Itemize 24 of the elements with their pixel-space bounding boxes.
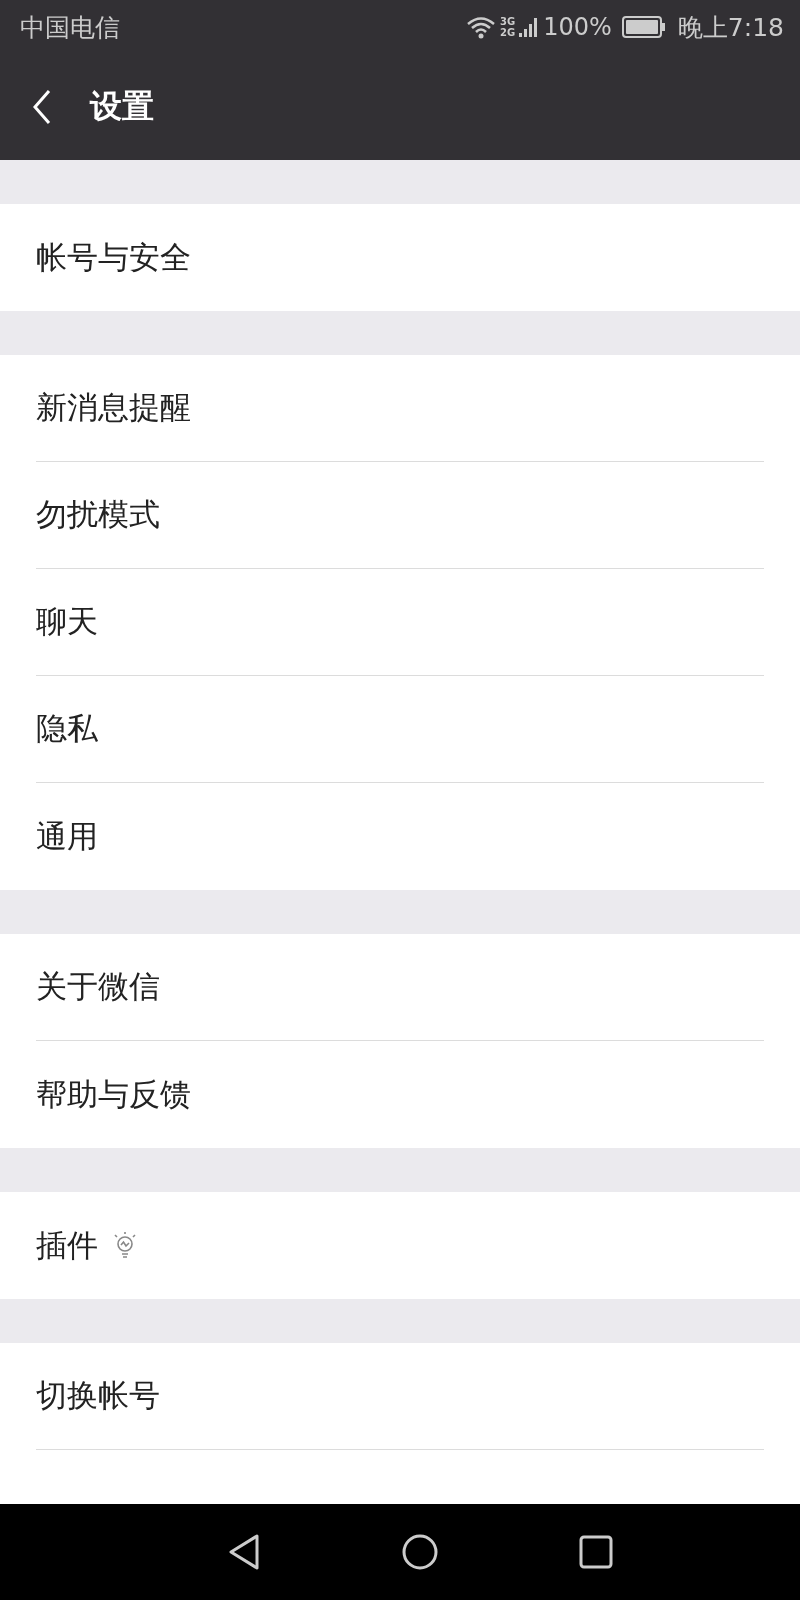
battery-icon <box>621 16 666 38</box>
page-title: 设置 <box>90 86 154 127</box>
lightbulb-icon <box>112 1230 138 1261</box>
wifi-icon <box>466 15 497 39</box>
settings-item[interactable]: 通用 <box>36 783 764 890</box>
network-label: 3G <box>500 16 516 27</box>
network-label: 2G <box>500 27 516 38</box>
recent-apps-icon[interactable] <box>579 1535 613 1569</box>
settings-item[interactable]: 聊天 <box>36 569 764 676</box>
home-icon[interactable] <box>401 1533 439 1571</box>
settings-item[interactable]: 切换帐号 <box>36 1343 764 1450</box>
back-icon[interactable] <box>227 1533 261 1571</box>
signal-icon <box>519 15 540 39</box>
clock-time: 晚上7:18 <box>677 11 784 44</box>
settings-item[interactable]: 帐号与安全 <box>36 204 764 311</box>
back-icon[interactable] <box>32 89 52 125</box>
settings-item[interactable]: 插件 <box>36 1192 764 1299</box>
settings-item[interactable]: 关于微信 <box>36 934 764 1041</box>
battery-percent: 100% <box>543 13 612 41</box>
settings-item[interactable]: 隐私 <box>36 676 764 783</box>
carrier-name: 中国电信 <box>20 11 120 44</box>
settings-item[interactable]: 新消息提醒 <box>36 355 764 462</box>
settings-item[interactable]: 勿扰模式 <box>36 462 764 569</box>
settings-item[interactable]: 帮助与反馈 <box>36 1041 764 1148</box>
